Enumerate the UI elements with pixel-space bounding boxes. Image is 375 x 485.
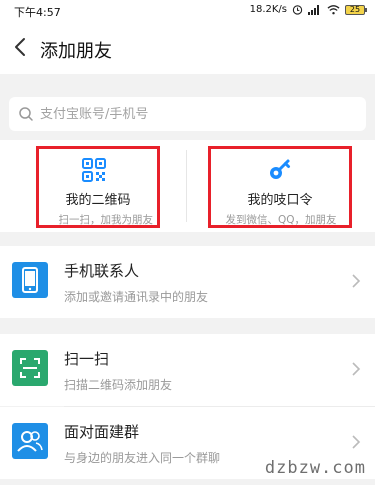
qr-code-icon <box>82 158 106 182</box>
key-icon <box>270 159 290 179</box>
watermark: dzbzw.com <box>261 458 369 478</box>
list-item-title: 手机联系人 <box>64 262 140 280</box>
status-time: 下午4:57 <box>14 6 61 19</box>
quick-item-title: 我的二维码 <box>65 193 131 208</box>
list-item-title: 扫一扫 <box>64 350 110 368</box>
signal-icon <box>308 5 319 15</box>
page-title: 添加朋友 <box>40 41 112 62</box>
search-input[interactable] <box>40 106 340 122</box>
nav-bar: 添加朋友 <box>0 22 375 74</box>
my-share-code-button[interactable]: 我的吱口令 发到微信、QQ，加朋友 <box>208 146 352 228</box>
search-section <box>0 90 375 138</box>
search-box[interactable] <box>9 97 366 131</box>
battery-icon: 25 <box>345 4 367 15</box>
status-indicators: 18.2K/s 25 <box>249 4 367 15</box>
group-icon <box>12 423 48 459</box>
divider <box>186 150 187 222</box>
wifi-icon <box>327 5 340 15</box>
list-item-subtitle: 与身边的朋友进入同一个群聊 <box>64 451 221 465</box>
list-item-subtitle: 扫描二维码添加朋友 <box>64 378 173 392</box>
phone-icon <box>12 262 48 298</box>
list-item-phone-contacts[interactable]: 手机联系人 添加或邀请通讯录中的朋友 <box>0 246 375 318</box>
alarm-icon <box>292 5 303 15</box>
list-item-scan[interactable]: 扫一扫 扫描二维码添加朋友 <box>0 334 375 406</box>
quick-item-title: 我的吱口令 <box>247 193 313 208</box>
search-icon <box>19 107 33 121</box>
status-bar: 下午4:57 18.2K/s 25 <box>0 0 375 22</box>
chevron-left-icon[interactable] <box>8 34 34 60</box>
list-item-subtitle: 添加或邀请通讯录中的朋友 <box>64 290 209 304</box>
quick-actions-panel: 我的二维码 扫一扫，加我为朋友 我的吱口令 发到微信、QQ，加朋友 <box>0 140 375 232</box>
quick-item-subtitle: 扫一扫，加我为朋友 <box>58 214 154 226</box>
quick-item-subtitle: 发到微信、QQ，加朋友 <box>225 214 337 226</box>
net-speed: 18.2K/s <box>249 4 287 15</box>
chevron-right-icon <box>352 435 361 449</box>
list-item-title: 面对面建群 <box>64 423 140 441</box>
chevron-right-icon <box>352 274 361 288</box>
chevron-right-icon <box>352 362 361 376</box>
my-qr-code-button[interactable]: 我的二维码 扫一扫，加我为朋友 <box>36 146 160 228</box>
scan-icon <box>12 350 48 386</box>
